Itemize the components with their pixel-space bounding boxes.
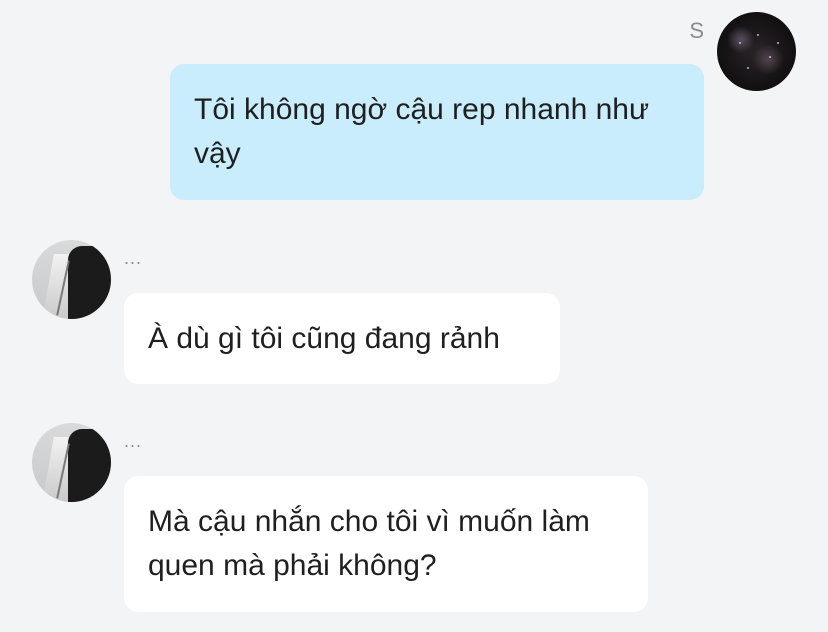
- sender-name-contact: ...: [124, 431, 143, 451]
- message-bubble-incoming[interactable]: Mà cậu nhắn cho tôi vì muốn làm quen mà …: [124, 476, 648, 612]
- message-bubble-incoming[interactable]: À dù gì tôi cũng đang rảnh: [124, 293, 560, 384]
- sender-name-self: S: [689, 18, 704, 43]
- message-text: Mà cậu nhắn cho tôi vì muốn làm quen mà …: [148, 505, 590, 582]
- contact-avatar[interactable]: [32, 240, 111, 319]
- self-avatar[interactable]: [717, 12, 796, 91]
- message-text: Tôi không ngờ cậu rep nhanh như vậy: [194, 93, 650, 170]
- message-bubble-outgoing[interactable]: Tôi không ngờ cậu rep nhanh như vậy: [170, 64, 704, 200]
- message-text: À dù gì tôi cũng đang rảnh: [148, 322, 500, 355]
- sender-name-contact: ...: [124, 248, 143, 268]
- contact-avatar[interactable]: [32, 423, 111, 502]
